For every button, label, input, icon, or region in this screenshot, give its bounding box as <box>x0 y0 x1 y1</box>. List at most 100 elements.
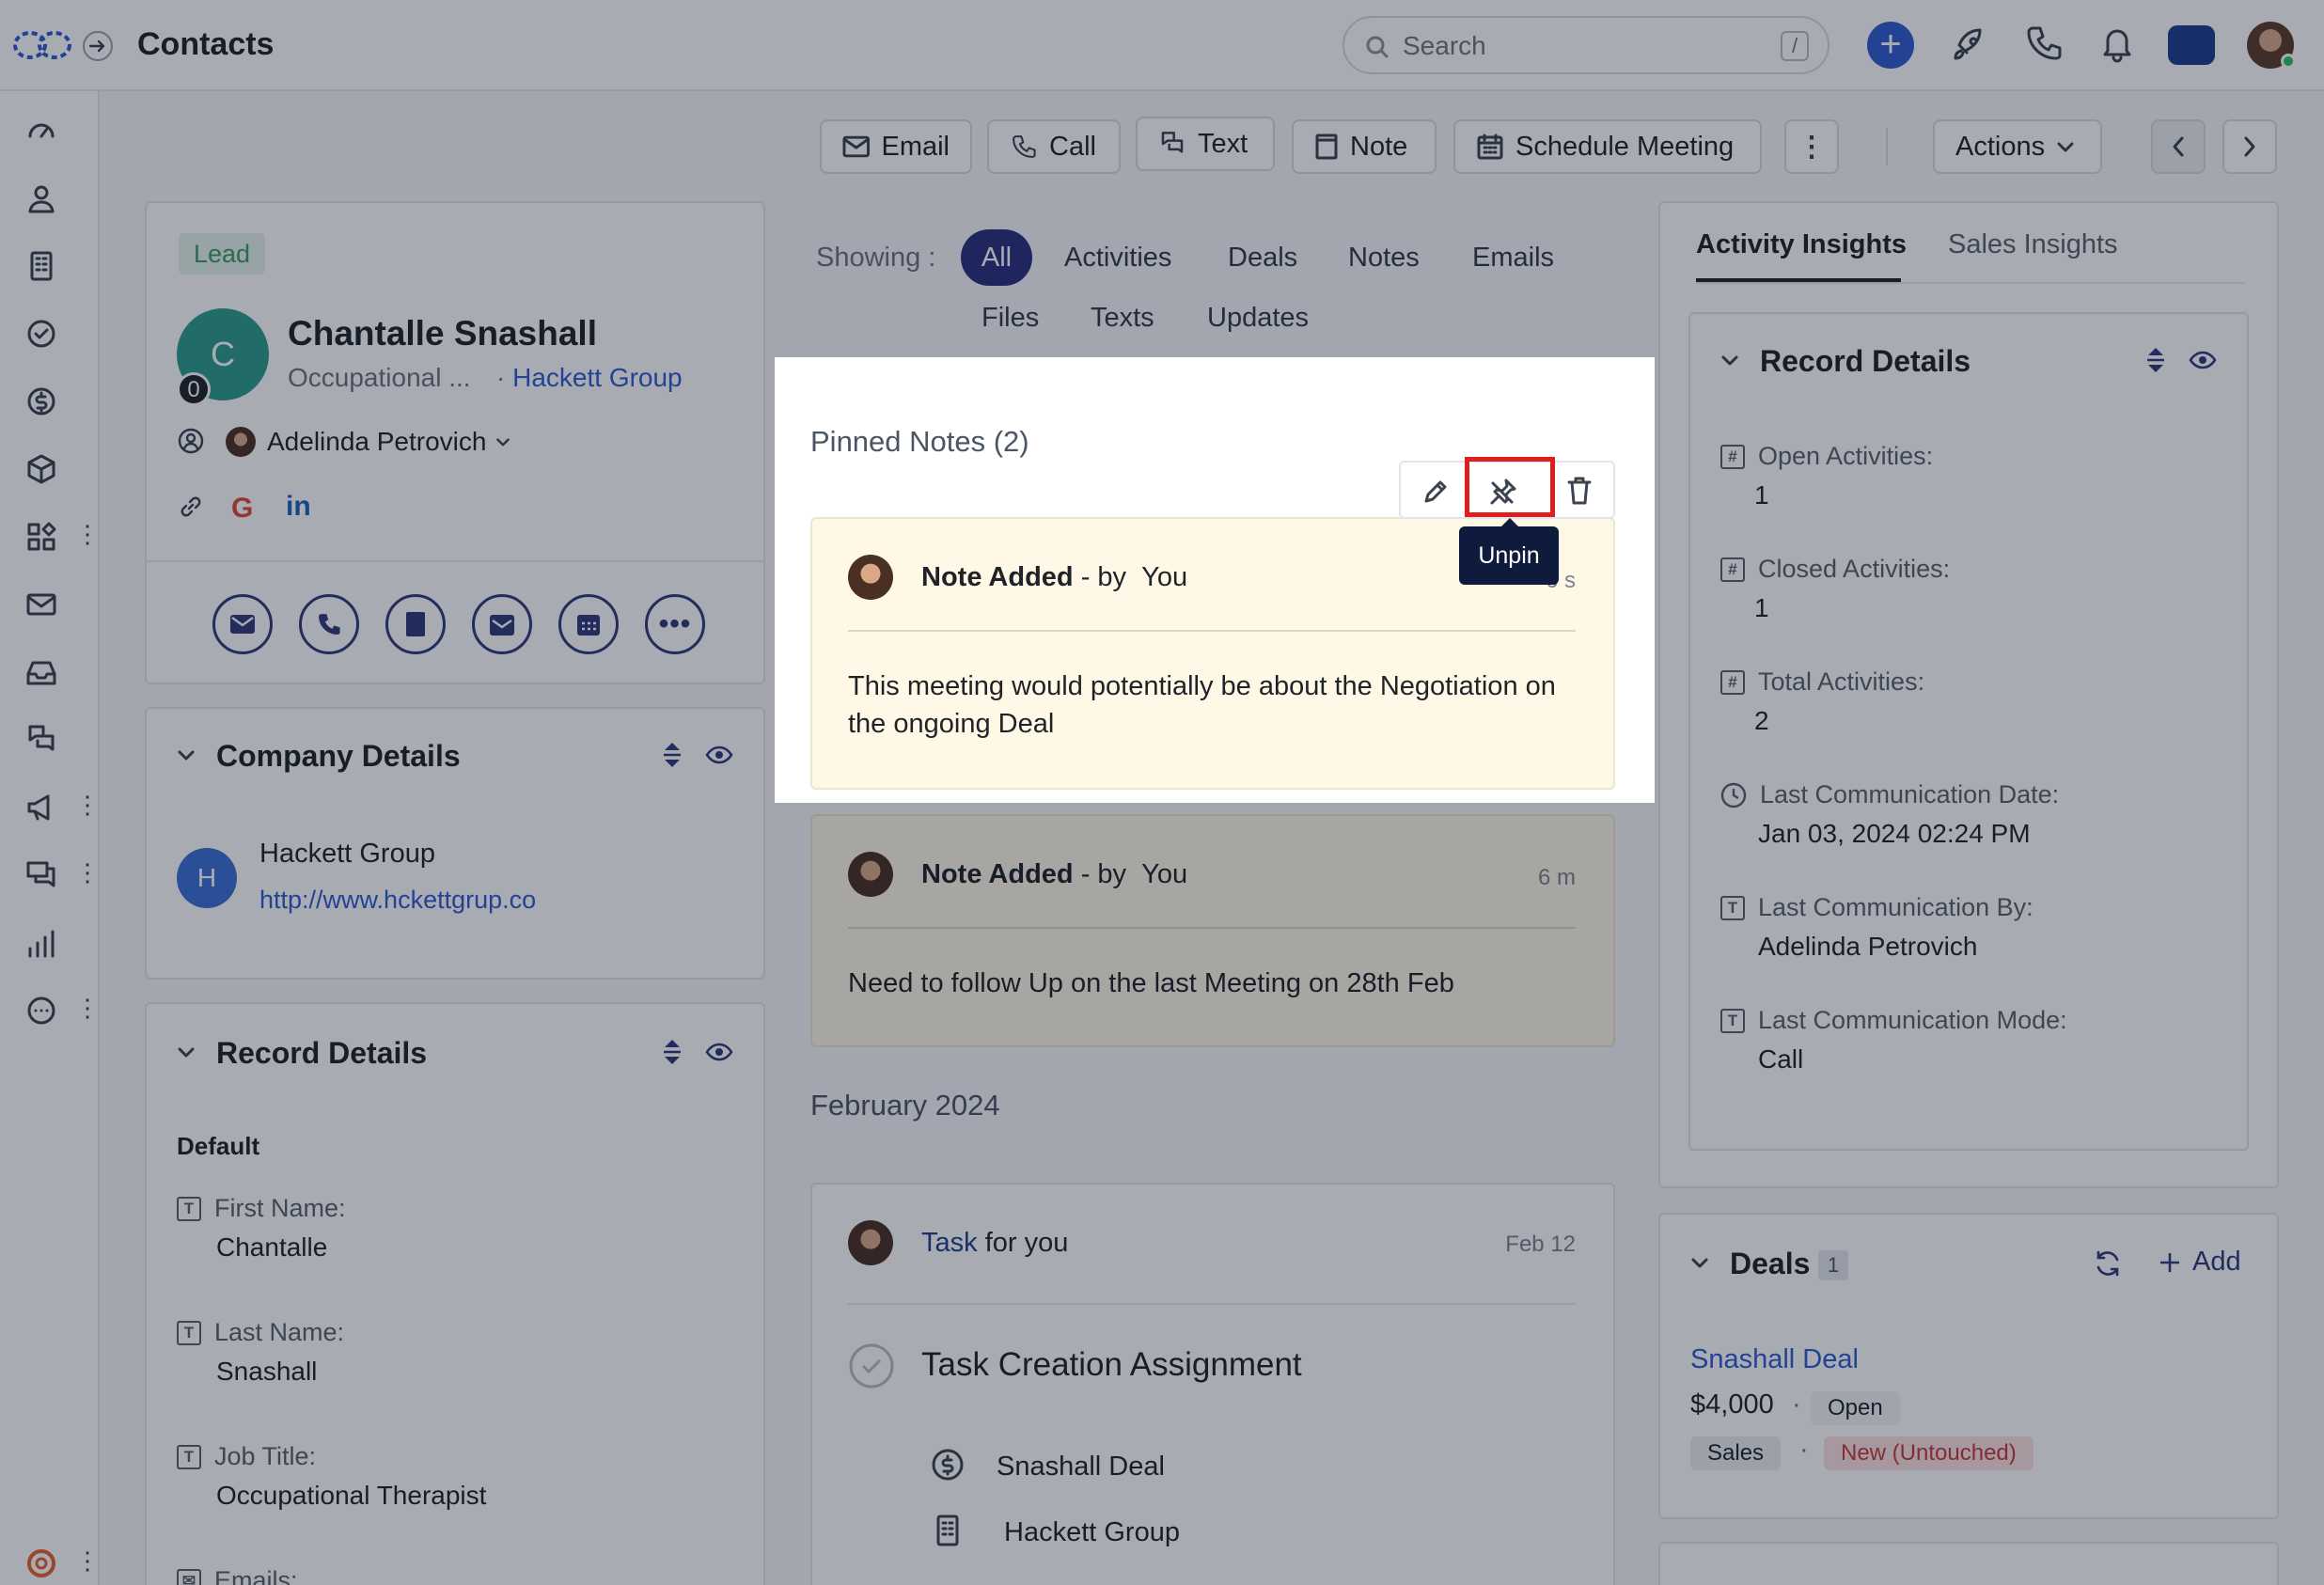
filter-all[interactable]: All <box>961 229 1032 286</box>
email-button[interactable]: Email <box>820 119 972 174</box>
task-author-avatar <box>848 1220 893 1265</box>
call-button[interactable]: Call <box>987 119 1121 174</box>
top-bar: Contacts / + <box>0 0 2324 91</box>
messages-icon[interactable] <box>24 723 58 757</box>
field-job-title: T Job Title: Occupational Therapist <box>177 1442 486 1511</box>
campaigns-icon[interactable] <box>24 791 58 824</box>
more-actions-button[interactable]: ⋮ <box>1784 119 1839 174</box>
company-url-link[interactable]: http://www.hckettgrup.co <box>259 886 536 915</box>
reorder-icon[interactable] <box>660 741 684 769</box>
task-complete-checkbox[interactable] <box>848 1342 895 1389</box>
companies-icon[interactable] <box>24 249 58 283</box>
clock-icon <box>1720 782 1747 808</box>
add-deal-button[interactable]: Add <box>2159 1247 2241 1278</box>
apps-icon[interactable] <box>2168 25 2215 65</box>
delete-trash-icon[interactable] <box>1566 476 1593 506</box>
filter-notes[interactable]: Notes <box>1348 243 1420 274</box>
owner-dropdown[interactable]: Adelinda Petrovich <box>267 427 510 457</box>
conversations-more-icon[interactable]: ⋮ <box>75 860 100 885</box>
linkedin-icon[interactable]: in <box>286 491 311 523</box>
collapse-chevron-icon[interactable] <box>177 1045 196 1059</box>
help-icon[interactable] <box>24 1546 58 1580</box>
bell-icon[interactable] <box>2096 23 2138 64</box>
inbox-icon[interactable] <box>24 655 58 689</box>
modules-more-icon[interactable]: ⋮ <box>75 522 100 546</box>
rocket-icon[interactable] <box>1948 23 1989 64</box>
modules-icon[interactable] <box>24 520 58 554</box>
tasks-icon[interactable] <box>24 317 58 351</box>
google-icon[interactable]: G <box>231 493 253 525</box>
note-icon <box>1315 133 1338 160</box>
text-field-icon: T <box>177 1320 201 1345</box>
collapse-chevron-icon[interactable] <box>177 748 196 761</box>
visibility-eye-icon[interactable] <box>2189 350 2217 370</box>
toolbar-divider <box>1886 128 1888 165</box>
expand-sidebar-icon[interactable] <box>83 31 113 61</box>
refresh-icon[interactable] <box>2093 1248 2123 1279</box>
reorder-icon[interactable] <box>660 1038 684 1066</box>
quick-note-button[interactable] <box>385 594 446 654</box>
deal-name-link[interactable]: Snashall Deal <box>1690 1344 1859 1375</box>
note-author-avatar <box>848 555 893 600</box>
quick-inbox-button[interactable] <box>472 594 532 654</box>
note-button[interactable]: Note <box>1292 119 1437 174</box>
quick-call-button[interactable] <box>299 594 359 654</box>
app-logo-icon[interactable] <box>11 28 73 62</box>
actions-dropdown[interactable]: Actions <box>1933 119 2102 174</box>
number-field-icon: # <box>1720 444 1745 469</box>
field-total-activities: # Total Activities: 2 <box>1720 667 1924 736</box>
reports-icon[interactable] <box>24 926 58 960</box>
products-icon[interactable] <box>24 452 58 486</box>
text-field-icon: T <box>1720 1008 1745 1033</box>
link-icon[interactable] <box>177 493 205 521</box>
pinned-note-card[interactable]: Note Added - by You 6 m Need to follow U… <box>810 814 1615 1047</box>
conversations-icon[interactable] <box>24 858 58 892</box>
task-card[interactable]: Task for you Feb 12 Task Creation Assign… <box>810 1183 1615 1585</box>
contacts-icon[interactable] <box>24 181 58 215</box>
visibility-eye-icon[interactable] <box>705 745 733 765</box>
collapse-chevron-icon[interactable] <box>1690 1256 1709 1269</box>
field-last-communication-by: T Last Communication By: Adelinda Petrovic… <box>1720 893 2034 962</box>
filter-deals[interactable]: Deals <box>1228 243 1297 274</box>
user-avatar[interactable] <box>2247 22 2296 69</box>
visibility-eye-icon[interactable] <box>705 1042 733 1062</box>
filter-activities[interactable]: Activities <box>1064 243 1171 274</box>
task-deal-name[interactable]: Snashall Deal <box>997 1452 1165 1483</box>
quick-meeting-button[interactable] <box>558 594 619 654</box>
text-message-icon <box>1161 132 1184 153</box>
edit-pencil-icon[interactable] <box>1421 478 1450 506</box>
schedule-meeting-button[interactable]: Schedule Meeting <box>1453 119 1762 174</box>
more-apps-icon[interactable] <box>24 994 58 1028</box>
tab-activity-insights[interactable]: Activity Insights <box>1696 229 1907 260</box>
contact-company-link[interactable]: · Hackett Group <box>496 363 683 393</box>
more-apps-more-icon[interactable]: ⋮ <box>75 996 100 1020</box>
filter-updates[interactable]: Updates <box>1207 303 1309 334</box>
tab-sales-insights[interactable]: Sales Insights <box>1948 229 2118 260</box>
left-navigation-rail: ⋮ ⋮ ⋮ ⋮ ⋮ <box>0 91 100 1585</box>
email-nav-icon[interactable] <box>24 588 58 621</box>
deal-amount: $4,000 <box>1690 1389 1774 1420</box>
next-record-button[interactable] <box>2222 119 2277 174</box>
quick-add-button[interactable]: + <box>1867 22 1914 69</box>
filter-files[interactable]: Files <box>981 303 1039 334</box>
deals-card: Deals 1 Add Snashall Deal $4,000 · Open … <box>1658 1213 2279 1519</box>
filter-emails[interactable]: Emails <box>1472 243 1554 274</box>
search-box[interactable]: / <box>1343 16 1829 74</box>
previous-record-button[interactable] <box>2151 119 2206 174</box>
task-company-name[interactable]: Hackett Group <box>1004 1517 1180 1548</box>
dashboard-icon[interactable] <box>24 114 58 148</box>
phone-icon[interactable] <box>2023 23 2065 64</box>
text-button[interactable]: Text <box>1136 117 1275 171</box>
tabs-divider <box>1696 282 2245 284</box>
divider <box>848 1303 1576 1305</box>
reorder-icon[interactable] <box>2143 346 2168 374</box>
filter-texts[interactable]: Texts <box>1091 303 1154 334</box>
campaigns-more-icon[interactable]: ⋮ <box>75 792 100 817</box>
quick-more-button[interactable]: ••• <box>645 594 705 654</box>
collapse-chevron-icon[interactable] <box>1720 353 1739 367</box>
deals-icon[interactable] <box>24 384 58 418</box>
field-closed-activities: # Closed Activities: 1 <box>1720 555 1950 623</box>
help-more-icon[interactable]: ⋮ <box>75 1548 100 1573</box>
search-input[interactable] <box>1403 29 1760 63</box>
quick-email-button[interactable] <box>212 594 273 654</box>
